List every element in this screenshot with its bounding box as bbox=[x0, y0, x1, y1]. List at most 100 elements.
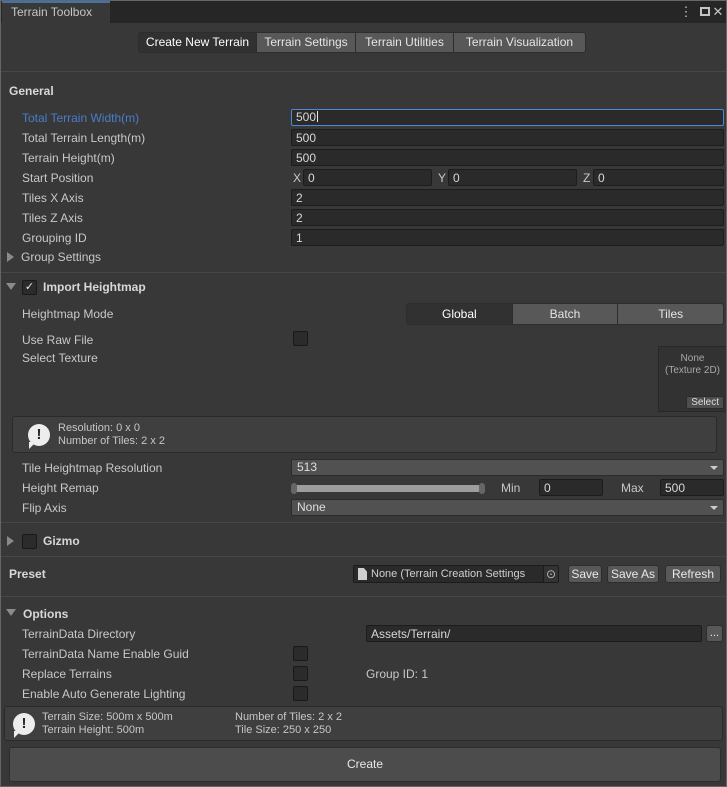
info-resolution-text: Resolution: 0 x 0 bbox=[58, 422, 140, 435]
grouping-id-label: Grouping ID bbox=[22, 230, 87, 246]
maximize-icon[interactable] bbox=[700, 7, 710, 16]
check-icon: ✓ bbox=[25, 281, 34, 293]
tiles-z-axis-label: Tiles Z Axis bbox=[22, 210, 83, 226]
height-remap-slider-max-handle[interactable] bbox=[479, 483, 485, 494]
start-z-axis-label: Z bbox=[583, 170, 590, 186]
start-position-x-field[interactable] bbox=[303, 169, 432, 186]
replace-terrains-checkbox[interactable] bbox=[293, 666, 308, 681]
terrain-summary-box: ! Terrain Size: 500m x 500m Terrain Heig… bbox=[4, 706, 723, 741]
gizmo-section-title[interactable]: Gizmo bbox=[43, 533, 80, 549]
title-bar: Terrain Toolbox ⋮ ✕ bbox=[1, 1, 726, 23]
window-title: Terrain Toolbox bbox=[11, 5, 92, 19]
remap-max-field[interactable] bbox=[660, 479, 724, 496]
heightmap-mode-batch-button[interactable]: Batch bbox=[512, 303, 619, 325]
total-terrain-length-label: Total Terrain Length(m) bbox=[22, 130, 145, 146]
refresh-button[interactable]: Refresh bbox=[665, 565, 721, 583]
terrain-toolbox-window: Terrain Toolbox ⋮ ✕ Create New Terrain T… bbox=[0, 0, 727, 787]
height-remap-slider[interactable] bbox=[293, 485, 481, 492]
options-foldout-arrow-icon[interactable] bbox=[6, 609, 16, 616]
general-section-title: General bbox=[9, 83, 54, 99]
texture-none-line2: (Texture 2D) bbox=[659, 365, 726, 377]
info-icon: ! bbox=[13, 713, 35, 735]
texture-none-line1: None bbox=[659, 353, 726, 365]
import-heightmap-foldout-arrow-icon[interactable] bbox=[6, 283, 16, 290]
replace-terrains-label: Replace Terrains bbox=[22, 666, 112, 682]
divider bbox=[1, 272, 726, 273]
create-button[interactable]: Create bbox=[9, 747, 721, 782]
summary-tile-size: Tile Size: 250 x 250 bbox=[235, 724, 331, 737]
window-tab[interactable]: Terrain Toolbox bbox=[2, 1, 110, 23]
preset-object-field[interactable]: None (Terrain Creation Settings ⊙ bbox=[353, 565, 559, 583]
info-icon: ! bbox=[28, 424, 50, 446]
start-position-label: Start Position bbox=[22, 170, 93, 186]
preset-file-icon bbox=[358, 568, 367, 580]
terrain-height-label: Terrain Height(m) bbox=[22, 150, 115, 166]
use-raw-file-label: Use Raw File bbox=[22, 332, 93, 348]
tile-heightmap-resolution-label: Tile Heightmap Resolution bbox=[22, 460, 162, 476]
height-remap-slider-min-handle[interactable] bbox=[291, 483, 297, 494]
start-position-y-field[interactable] bbox=[448, 169, 577, 186]
texture-object-picker[interactable]: None (Texture 2D) Select bbox=[658, 346, 727, 412]
active-tab-accent bbox=[2, 1, 110, 3]
total-terrain-length-field[interactable] bbox=[291, 129, 724, 146]
divider bbox=[1, 522, 726, 523]
total-terrain-width-field[interactable]: 500 bbox=[291, 109, 724, 126]
preset-label: Preset bbox=[9, 566, 46, 582]
tiles-x-axis-field[interactable] bbox=[291, 189, 724, 206]
import-heightmap-checkbox[interactable]: ✓ bbox=[22, 280, 37, 295]
divider bbox=[1, 556, 726, 557]
remap-min-field[interactable] bbox=[539, 479, 603, 496]
resolution-info-box: ! Resolution: 0 x 0 Number of Tiles: 2 x… bbox=[12, 416, 717, 453]
flip-axis-dropdown[interactable]: None bbox=[291, 499, 724, 516]
start-x-axis-label: X bbox=[293, 170, 301, 186]
use-raw-file-checkbox[interactable] bbox=[293, 331, 308, 346]
auto-generate-lighting-label: Enable Auto Generate Lighting bbox=[22, 686, 185, 702]
dropdown-arrow-icon bbox=[710, 506, 718, 510]
group-settings-foldout-arrow-icon[interactable] bbox=[7, 252, 14, 262]
tiles-x-axis-label: Tiles X Axis bbox=[22, 190, 84, 206]
import-heightmap-section-title[interactable]: Import Heightmap bbox=[43, 279, 146, 295]
browse-directory-button[interactable]: ... bbox=[706, 625, 723, 642]
heightmap-mode-global-button[interactable]: Global bbox=[406, 303, 513, 325]
flip-axis-label: Flip Axis bbox=[22, 500, 67, 516]
auto-generate-lighting-checkbox[interactable] bbox=[293, 686, 308, 701]
summary-terrain-size: Terrain Size: 500m x 500m bbox=[42, 711, 173, 724]
start-position-z-field[interactable] bbox=[593, 169, 724, 186]
close-icon[interactable]: ✕ bbox=[711, 4, 725, 20]
divider bbox=[1, 71, 726, 72]
start-y-axis-label: Y bbox=[438, 170, 446, 186]
terraindata-name-guid-label: TerrainData Name Enable Guid bbox=[22, 646, 189, 662]
tab-create-new-terrain[interactable]: Create New Terrain bbox=[138, 32, 257, 53]
terraindata-directory-field[interactable] bbox=[366, 625, 702, 642]
terrain-height-field[interactable] bbox=[291, 149, 724, 166]
remap-min-label: Min bbox=[501, 480, 520, 496]
terraindata-name-guid-checkbox[interactable] bbox=[293, 646, 308, 661]
tiles-z-axis-field[interactable] bbox=[291, 209, 724, 226]
preset-object-value: None (Terrain Creation Settings bbox=[371, 566, 543, 582]
text-cursor bbox=[317, 111, 318, 122]
object-picker-icon[interactable]: ⊙ bbox=[543, 566, 558, 582]
heightmap-mode-tiles-button[interactable]: Tiles bbox=[617, 303, 724, 325]
texture-select-button[interactable]: Select bbox=[686, 396, 724, 409]
save-button[interactable]: Save bbox=[568, 565, 602, 583]
gizmo-checkbox[interactable] bbox=[22, 534, 37, 549]
summary-terrain-height: Terrain Height: 500m bbox=[42, 724, 144, 737]
tile-heightmap-resolution-dropdown[interactable]: 513 bbox=[291, 459, 724, 476]
divider bbox=[1, 596, 726, 597]
gizmo-foldout-arrow-icon[interactable] bbox=[7, 536, 14, 546]
grouping-id-field[interactable] bbox=[291, 229, 724, 246]
tab-terrain-utilities[interactable]: Terrain Utilities bbox=[355, 32, 454, 53]
group-settings-foldout[interactable]: Group Settings bbox=[21, 249, 101, 265]
tab-terrain-visualization[interactable]: Terrain Visualization bbox=[453, 32, 586, 53]
heightmap-mode-label: Heightmap Mode bbox=[22, 306, 113, 322]
summary-number-of-tiles: Number of Tiles: 2 x 2 bbox=[235, 711, 342, 724]
toolbox-mode-tabs: Create New Terrain Terrain Settings Terr… bbox=[138, 32, 586, 53]
remap-max-label: Max bbox=[621, 480, 644, 496]
height-remap-label: Height Remap bbox=[22, 480, 99, 496]
options-section-title[interactable]: Options bbox=[23, 606, 68, 622]
tab-terrain-settings[interactable]: Terrain Settings bbox=[256, 32, 356, 53]
info-tiles-text: Number of Tiles: 2 x 2 bbox=[58, 435, 165, 448]
save-as-button[interactable]: Save As bbox=[607, 565, 659, 583]
menu-icon[interactable]: ⋮ bbox=[679, 4, 693, 20]
group-id-text: Group ID: 1 bbox=[366, 666, 428, 682]
